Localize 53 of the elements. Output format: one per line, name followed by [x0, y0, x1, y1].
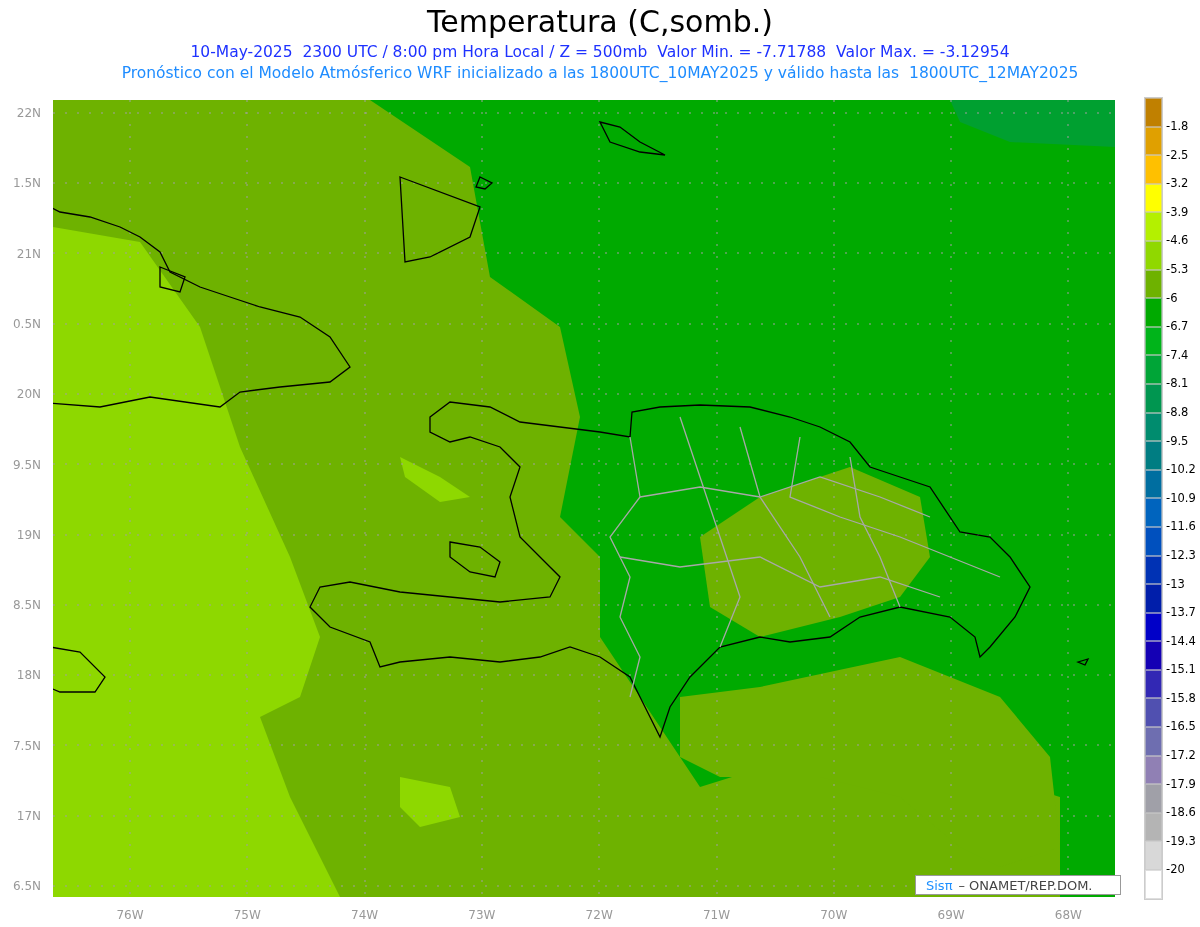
longitude-label: 75W: [232, 907, 262, 922]
colorbar-label: -14.4: [1165, 632, 1196, 650]
latitude-label: 6.5N: [12, 878, 41, 895]
colorbar-label: -15.8: [1165, 689, 1196, 707]
longitude-label: 68W: [1053, 907, 1083, 922]
colorbar-label: -13: [1165, 575, 1186, 593]
latitude-label: 18N: [16, 667, 41, 684]
colorbar-label: -17.9: [1165, 775, 1196, 793]
colorbar-label: -6: [1165, 289, 1179, 307]
colorbar-label: -7.4: [1165, 346, 1190, 364]
longitude-label: 72W: [584, 907, 614, 922]
latitude-label: 20N: [16, 386, 41, 403]
colorbar-label: -15.1: [1165, 661, 1196, 679]
longitude-label: 73W: [467, 907, 497, 922]
colorbar-label: -12.3: [1165, 546, 1196, 564]
colorbar-label: -8.1: [1165, 375, 1190, 393]
longitude-label: 70W: [819, 907, 849, 922]
latitude-label: 9.5N: [12, 456, 41, 473]
colorbar-label: -6.7: [1165, 318, 1190, 336]
colorbar-label: -2.5: [1165, 146, 1190, 164]
longitude-label: 69W: [936, 907, 966, 922]
colorbar-label: -20: [1165, 861, 1186, 879]
latitude-label: 19N: [16, 526, 41, 543]
latitude-label: 7.5N: [12, 737, 41, 754]
latitude-label: 22N: [16, 105, 41, 121]
latitude-label: 21N: [16, 245, 41, 262]
longitude-label: 74W: [350, 907, 380, 922]
colorbar-label: -8.8: [1165, 403, 1190, 421]
colorbar-label: -11.6: [1165, 518, 1196, 536]
credit-logo: Sisπ: [926, 877, 953, 893]
colorbar-label: -3.9: [1165, 203, 1190, 221]
chart-subtitle: 10-May-2025 2300 UTC / 8:00 pm Hora Local / Z = 500mb Valor Min. = -7.71788 Valor Max. = -3.12954: [190, 42, 1010, 62]
colorbar-label: -1.8: [1165, 118, 1190, 135]
longitude-label: 71W: [701, 907, 732, 922]
latitude-label: 0.5N: [12, 315, 41, 332]
colorbar-label: -5.3: [1165, 260, 1190, 278]
colorbar-label: -4.6: [1165, 232, 1190, 250]
colorbar-label: -13.7: [1165, 604, 1196, 622]
chart-title: Temperatura (C,somb.): [427, 3, 773, 41]
latitude-label: 17N: [16, 808, 41, 824]
colorbar-label: -16.5: [1165, 718, 1196, 736]
colorbar-label: -10.2: [1165, 461, 1196, 479]
colorbar-label: -17.2: [1165, 747, 1196, 765]
latitude-label: 8.5N: [12, 597, 41, 614]
colorbar-label: -19.3: [1165, 832, 1196, 850]
colorbar-label: -9.5: [1165, 432, 1190, 450]
chart-description: Pronóstico con el Modelo Atmósferico WRF inicializado a las 1800UTC_10MAY2025 y válido hasta las 1800UTC_12MAY2025: [121, 63, 1079, 84]
colorbar-label: -3.2: [1165, 175, 1190, 193]
longitude-label: 76W: [115, 907, 145, 922]
colorbar-label: -18.6: [1165, 804, 1196, 822]
latitude-label: 1.5N: [12, 175, 41, 192]
credit-text: – ONAMET/REP.DOM.: [958, 877, 1093, 893]
colorbar-label: -10.9: [1165, 489, 1196, 507]
